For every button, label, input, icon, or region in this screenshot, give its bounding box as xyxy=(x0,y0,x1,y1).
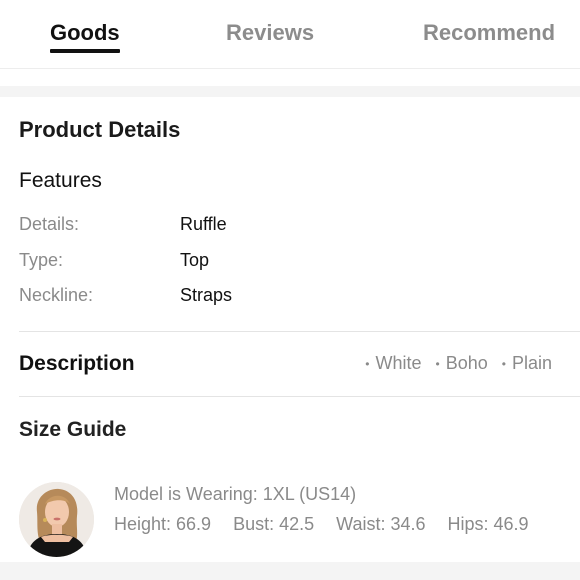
feature-key: Details: xyxy=(19,214,80,234)
feature-value: Ruffle xyxy=(180,214,227,234)
tab-goods-label: Goods xyxy=(50,20,120,45)
feature-key: Neckline: xyxy=(19,285,94,305)
tag-label: Plain xyxy=(511,353,552,374)
tab-reviews-label: Reviews xyxy=(226,20,315,45)
model-avatar[interactable] xyxy=(19,482,94,557)
size-guide-title[interactable]: Size Guide xyxy=(19,417,126,443)
measurement-waist: Waist: 34.6 xyxy=(336,514,426,534)
tag-label: Boho xyxy=(445,353,488,374)
product-details-title: Product Details xyxy=(19,117,181,142)
tab-recommend[interactable]: Recommend xyxy=(423,18,555,48)
feature-row-neckline: Neckline: Straps xyxy=(19,283,559,307)
feature-key: Type: xyxy=(19,250,64,270)
feature-value: Top xyxy=(180,250,210,270)
model-measurements: Height: 66.9 Bust: 42.5 Waist: 34.6 Hips… xyxy=(114,512,529,536)
measurement-hips: Hips: 46.9 xyxy=(447,514,529,534)
measurement-bust: Bust: 42.5 xyxy=(233,514,315,534)
section-separator xyxy=(0,562,580,580)
active-tab-indicator xyxy=(50,49,120,53)
divider xyxy=(19,396,580,397)
tab-goods[interactable]: Goods xyxy=(50,18,120,53)
bullet-icon: • xyxy=(435,356,440,371)
tag-label: White xyxy=(375,353,422,374)
tab-recommend-label: Recommend xyxy=(423,20,556,45)
section-separator xyxy=(0,86,580,97)
model-avatar-image xyxy=(19,482,94,557)
description-tags: • White • Boho • Plain xyxy=(365,352,552,376)
features-title: Features xyxy=(19,169,102,192)
model-wearing-text: Model is Wearing: 1XL (US14) xyxy=(114,484,357,504)
feature-value: Straps xyxy=(180,285,233,305)
tab-bar: Goods Reviews Recommend xyxy=(0,0,580,69)
feature-row-details: Details: Ruffle xyxy=(19,212,559,236)
measurement-height: Height: 66.9 xyxy=(114,514,212,534)
product-detail-page: Goods Reviews Recommend Product Details … xyxy=(0,0,580,580)
bullet-icon: • xyxy=(365,356,370,371)
description-tag[interactable]: • Plain xyxy=(502,351,552,376)
description-title[interactable]: Description xyxy=(19,351,135,377)
description-tag[interactable]: • White xyxy=(365,351,421,376)
description-tag[interactable]: • Boho xyxy=(436,351,488,376)
divider xyxy=(19,331,580,332)
tab-reviews[interactable]: Reviews xyxy=(226,18,314,48)
bullet-icon: • xyxy=(501,356,506,371)
feature-row-type: Type: Top xyxy=(19,248,559,272)
